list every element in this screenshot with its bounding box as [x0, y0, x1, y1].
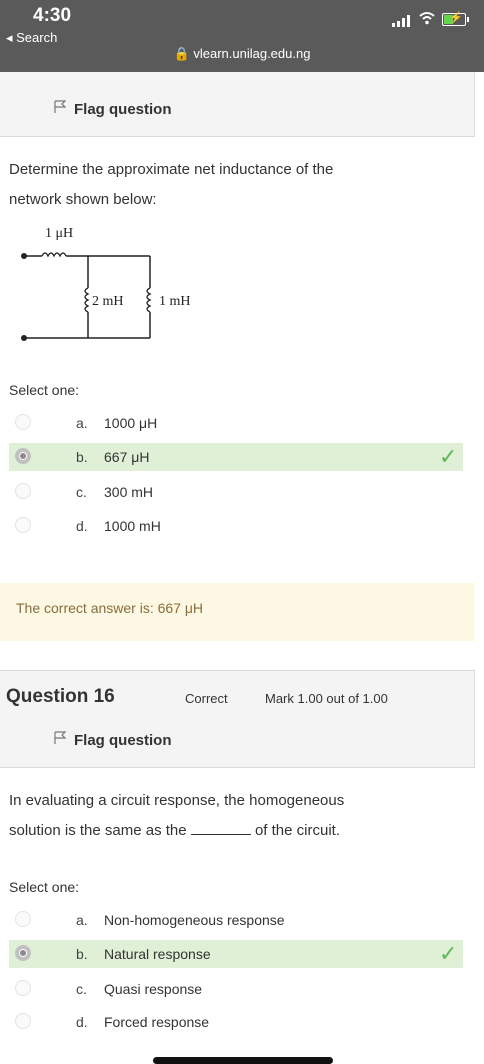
url-bar[interactable]: 🔒 vlearn.unilag.edu.ng	[0, 46, 484, 62]
option-letter: d.	[76, 1014, 88, 1030]
clock: 4:30	[33, 5, 72, 26]
question-text-part: solution is the same as the	[9, 822, 187, 839]
cellular-signal-icon	[392, 14, 412, 32]
option-letter: d.	[76, 518, 88, 534]
question-number: Question 16	[6, 686, 115, 707]
option-letter: a.	[76, 415, 88, 431]
series-inductor-label: 1 μH	[45, 226, 73, 241]
wifi-icon	[419, 11, 435, 28]
flag-question-label: Flag question	[74, 101, 172, 118]
branch2-inductor-coil	[146, 287, 152, 313]
correct-check-icon: ✓	[439, 444, 458, 469]
question-text: In evaluating a circuit response, the ho…	[9, 786, 344, 846]
question-state: Correct	[185, 691, 228, 706]
radio-button[interactable]	[15, 414, 31, 430]
flag-question-label: Flag question	[74, 732, 172, 749]
flag-question-link[interactable]: Flag question	[54, 100, 172, 118]
question-info-box	[0, 670, 475, 768]
radio-button[interactable]	[15, 517, 31, 533]
fill-in-blank	[190, 822, 251, 835]
correct-answer-feedback: The correct answer is: 667 μH	[0, 583, 475, 641]
correct-answer-text: The correct answer is: 667 μH	[16, 600, 204, 616]
question-text: Determine the approximate net inductance…	[9, 155, 333, 215]
option-text: Forced response	[104, 1014, 210, 1030]
option-letter: b.	[76, 946, 88, 962]
radio-button[interactable]	[15, 483, 31, 499]
back-to-search-link[interactable]: ◂ Search	[6, 30, 57, 46]
answer-option-b[interactable]: b. 667 μH ✓	[9, 443, 463, 471]
input-terminal-bottom	[21, 335, 27, 341]
radio-button-selected[interactable]	[15, 945, 31, 961]
question-text-line: network shown below:	[9, 191, 157, 208]
url-text: vlearn.unilag.edu.ng	[193, 46, 311, 61]
option-text: 300 mH	[104, 484, 154, 500]
home-indicator[interactable]	[153, 1057, 333, 1064]
option-text: Natural response	[104, 946, 211, 962]
lock-icon: 🔒	[173, 46, 190, 61]
inductor-network-diagram: 1 μH 2 mH 1 mH	[21, 226, 191, 341]
option-text: 1000 mH	[104, 518, 161, 534]
option-text: Quasi response	[104, 981, 203, 997]
option-text: Non-homogeneous response	[104, 912, 285, 928]
answer-option-c[interactable]: c. 300 mH	[9, 478, 463, 506]
branch1-inductor-label: 2 mH	[92, 294, 124, 309]
question-text-line2: solution is the same as the of the circu…	[9, 816, 344, 846]
option-letter: c.	[76, 981, 87, 997]
answer-option-a[interactable]: a. Non-homogeneous response	[9, 906, 463, 934]
radio-button-selected[interactable]	[15, 448, 31, 464]
status-bar: 4:30 ◂ Search ⚡ 🔒 vlearn.unilag.edu.ng	[0, 0, 484, 72]
flag-icon	[54, 731, 67, 749]
correct-check-icon: ✓	[439, 941, 458, 966]
flag-question-link[interactable]: Flag question	[54, 731, 172, 749]
answer-option-a[interactable]: a. 1000 μH	[9, 409, 463, 437]
radio-button[interactable]	[15, 980, 31, 996]
option-text: 667 μH	[104, 449, 150, 465]
branch1-inductor-coil	[84, 287, 90, 313]
radio-button[interactable]	[15, 1013, 31, 1029]
answer-option-d[interactable]: d. 1000 mH	[9, 512, 463, 540]
select-one-label: Select one:	[9, 382, 80, 398]
question-mark: Mark 1.00 out of 1.00	[265, 691, 388, 706]
series-inductor-coil	[41, 252, 67, 258]
select-one-label: Select one:	[9, 879, 80, 895]
answer-option-d[interactable]: d. Forced response	[9, 1008, 463, 1036]
option-text: 1000 μH	[104, 415, 158, 431]
option-letter: b.	[76, 449, 88, 465]
answer-option-c[interactable]: c. Quasi response	[9, 975, 463, 1003]
question-text-part: of the circuit.	[254, 822, 340, 839]
radio-button[interactable]	[15, 911, 31, 927]
battery-icon: ⚡	[442, 12, 469, 26]
question-text-line: Determine the approximate net inductance…	[9, 161, 334, 178]
answer-option-b[interactable]: b. Natural response ✓	[9, 940, 463, 968]
option-letter: a.	[76, 912, 88, 928]
branch2-inductor-label: 1 mH	[159, 294, 191, 309]
option-letter: c.	[76, 484, 87, 500]
question-text-line: In evaluating a circuit response, the ho…	[9, 792, 345, 809]
flag-icon	[54, 100, 67, 118]
